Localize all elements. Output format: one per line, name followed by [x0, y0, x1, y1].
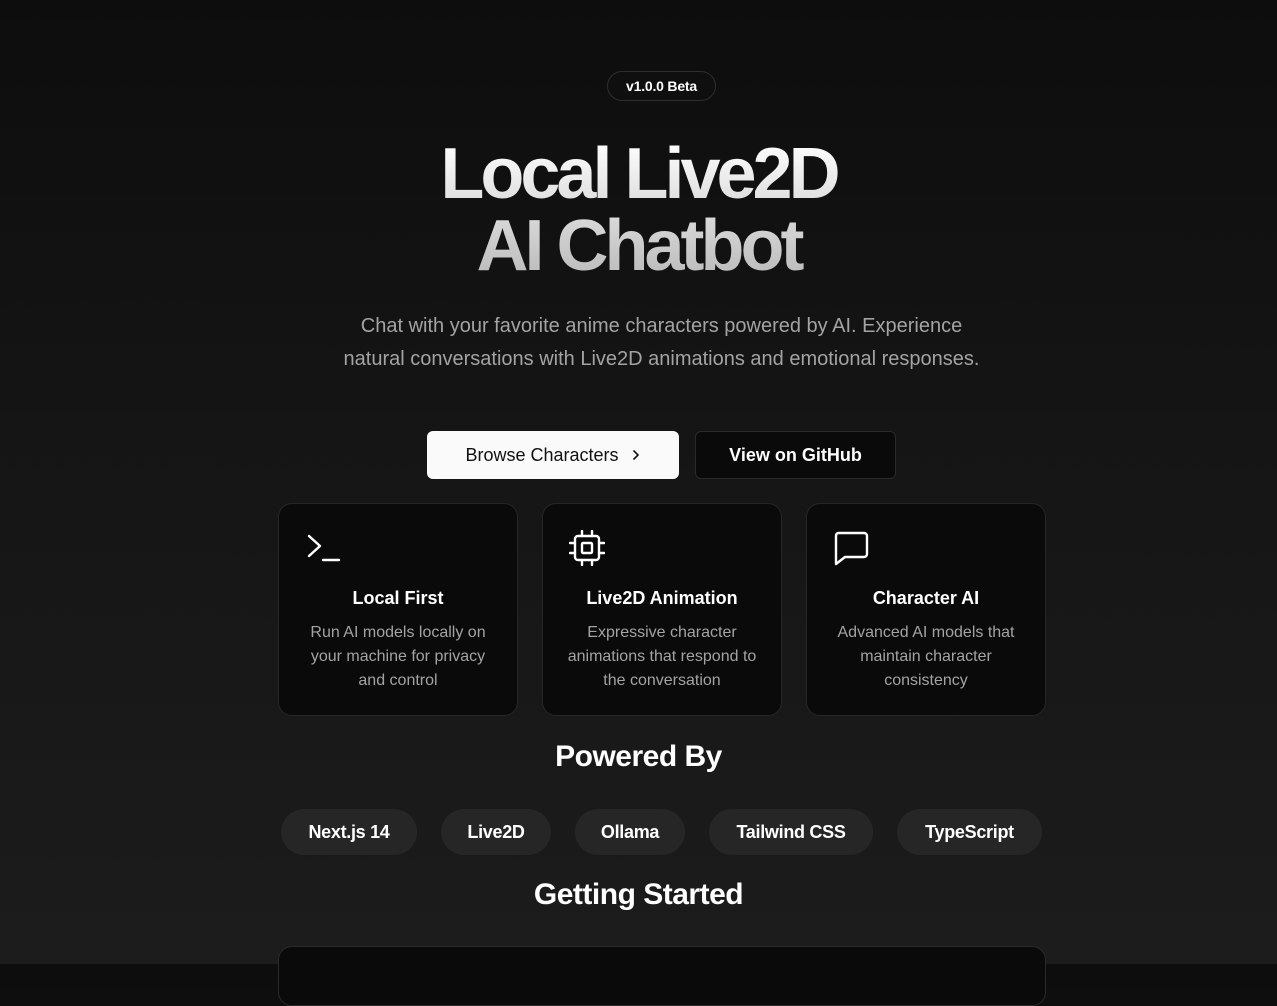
feature-card-character-ai: Character AI Advanced AI models that mai…	[806, 503, 1046, 716]
chat-bubble-icon	[834, 531, 869, 566]
tech-pill-nextjs: Next.js 14	[281, 809, 417, 855]
hero-subtitle: Chat with your favorite anime characters…	[343, 315, 980, 370]
feature-title: Local First	[352, 588, 444, 608]
hero-title: Local Live2D AI Chatbot	[0, 138, 1277, 282]
version-badge: v1.0.0 Beta	[607, 71, 716, 101]
hero-title-line-2: AI Chatbot	[476, 206, 801, 286]
browse-characters-label: Browse Characters	[465, 444, 619, 465]
feature-card-live2d-animation: Live2D Animation Expressive character an…	[542, 503, 782, 716]
landing-page: v1.0.0 Beta Local Live2D AI Chatbot Chat…	[0, 0, 1277, 1006]
getting-started-heading: Getting Started	[533, 878, 744, 911]
feature-card-local-first: Local First Run AI models locally on you…	[278, 503, 518, 716]
feature-description: Expressive character animations that res…	[567, 624, 757, 689]
feature-description: Run AI models locally on your machine fo…	[310, 624, 486, 689]
tech-pill-live2d: Live2D	[441, 809, 551, 855]
terminal-icon	[307, 534, 341, 562]
feature-description: Advanced AI models that maintain charact…	[837, 624, 1015, 689]
powered-by-heading: Powered By	[555, 740, 722, 773]
chevron-right-icon	[632, 450, 639, 460]
view-on-github-button[interactable]: View on GitHub	[695, 431, 896, 479]
hero-title-line-1: Local Live2D	[440, 134, 837, 214]
feature-title: Live2D Animation	[586, 588, 738, 608]
tech-pill-ollama: Ollama	[575, 809, 685, 855]
tech-pill-tailwind: Tailwind CSS	[709, 809, 873, 855]
browse-characters-button[interactable]: Browse Characters	[427, 431, 679, 479]
tech-pill-typescript: TypeScript	[897, 809, 1042, 855]
getting-started-code-block	[278, 946, 1046, 1006]
view-on-github-label: View on GitHub	[729, 444, 862, 465]
feature-title: Character AI	[872, 588, 980, 608]
cpu-chip-icon	[569, 530, 605, 566]
